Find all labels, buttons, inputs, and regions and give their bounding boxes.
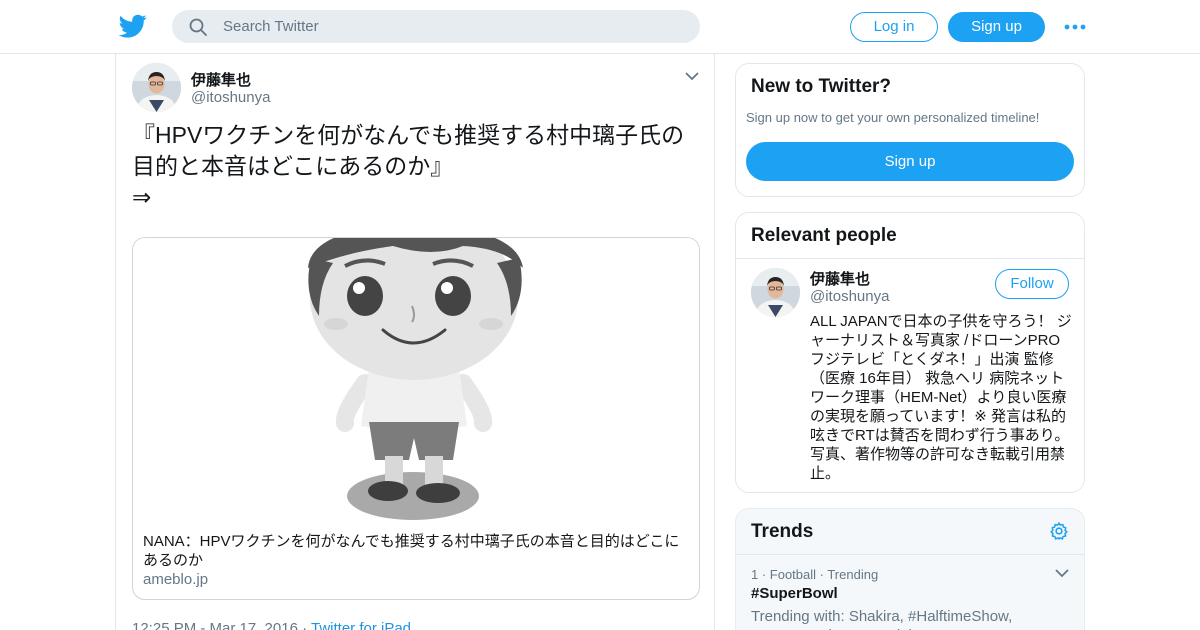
person-handle[interactable]: @itoshunya bbox=[810, 288, 889, 305]
link-preview-card[interactable]: NANA：HPVワクチンを何がなんでも推奨する村中璃子氏の本音と目的はどこにある… bbox=[132, 237, 700, 600]
divider bbox=[736, 258, 1084, 259]
timestamp-text: 12:25 PM - Mar 17, 2016 · bbox=[132, 620, 311, 630]
person-bio: ALL JAPANで日本の子供を守ろう！ ジャーナリスト＆写真家 /ドローンPR… bbox=[810, 313, 1072, 482]
author-handle[interactable]: @itoshunya bbox=[191, 89, 270, 106]
panel-title: Relevant people bbox=[751, 225, 897, 246]
chevron-down-icon[interactable] bbox=[1055, 568, 1069, 578]
signup-button[interactable]: Sign up bbox=[948, 12, 1045, 42]
card-domain: ameblo.jp bbox=[143, 571, 209, 588]
trends-panel: Trends 1 · Football · Trending #SuperBow… bbox=[735, 508, 1085, 630]
person-portrait-icon bbox=[751, 268, 800, 317]
cartoon-boy-illustration bbox=[133, 238, 699, 522]
twitter-bird-icon[interactable] bbox=[119, 12, 147, 40]
person-portrait-icon bbox=[132, 63, 181, 112]
tweet-detail: 伊藤隼也 @itoshunya 『HPVワクチンを何がなんでも推奨する村中璃子氏… bbox=[115, 54, 715, 630]
trend-meta: 1 · Football · Trending bbox=[751, 567, 879, 582]
tweet-timestamp: 12:25 PM - Mar 17, 2016 · Twitter for iP… bbox=[132, 620, 411, 630]
tweet-source-link[interactable]: Twitter for iPad bbox=[311, 620, 411, 630]
trend-hashtag[interactable]: #SuperBowl bbox=[751, 585, 838, 602]
panel-title: New to Twitter? bbox=[751, 76, 892, 97]
top-navigation-bar: Search Twitter Log in Sign up bbox=[0, 0, 1200, 54]
login-button[interactable]: Log in bbox=[850, 12, 938, 42]
follow-button[interactable]: Follow bbox=[995, 269, 1069, 299]
signup-large-button[interactable]: Sign up bbox=[746, 142, 1074, 181]
search-box[interactable]: Search Twitter bbox=[172, 10, 700, 43]
new-to-twitter-panel: New to Twitter? Sign up now to get your … bbox=[735, 63, 1085, 197]
card-image bbox=[133, 238, 699, 522]
trend-related: Trending with: Shakira, #HalftimeShow, #… bbox=[751, 608, 1013, 630]
relevant-people-panel: Relevant people 伊藤隼也 @itoshunya Follow A… bbox=[735, 212, 1085, 493]
gear-icon[interactable] bbox=[1049, 521, 1069, 541]
tweet-text: 『HPVワクチンを何がなんでも推奨する村中璃子氏の目的と本音はどこにあるのか』 … bbox=[132, 122, 685, 210]
panel-subtitle: Sign up now to get your own personalized… bbox=[746, 110, 1040, 125]
more-options-icon[interactable] bbox=[1064, 19, 1086, 35]
chevron-down-icon[interactable] bbox=[684, 70, 700, 82]
author-name[interactable]: 伊藤隼也 bbox=[191, 69, 251, 90]
card-title[interactable]: NANA：HPVワクチンを何がなんでも推奨する村中璃子氏の本音と目的はどこにある… bbox=[143, 532, 691, 570]
person-name[interactable]: 伊藤隼也 bbox=[810, 268, 870, 289]
divider bbox=[736, 554, 1084, 555]
search-input[interactable]: Search Twitter bbox=[223, 18, 319, 35]
person-avatar[interactable] bbox=[751, 268, 800, 317]
author-avatar[interactable] bbox=[132, 63, 181, 112]
search-icon bbox=[189, 18, 207, 36]
panel-title: Trends bbox=[751, 521, 814, 542]
